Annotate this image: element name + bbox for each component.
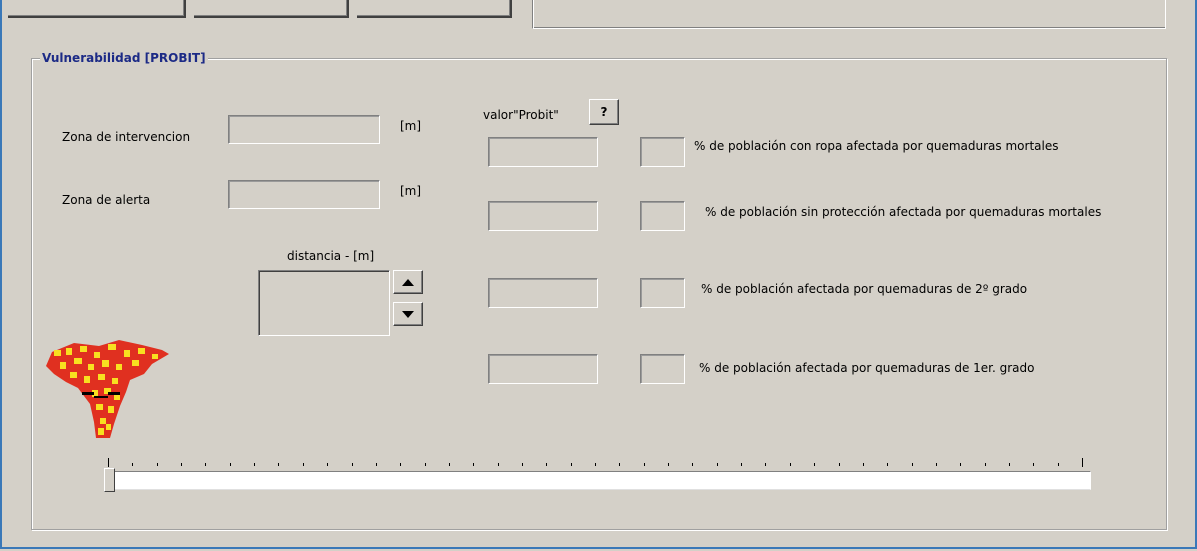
slider-tick: [156, 463, 158, 466]
probit-value-field-2[interactable]: [488, 201, 598, 231]
percent-label-2: % de población sin protección afectada p…: [705, 205, 1102, 219]
slider-tick: [960, 463, 962, 466]
slider-tick: [448, 463, 450, 466]
slider-tick: [595, 463, 596, 466]
slider-tick: [1033, 463, 1035, 466]
percent-field-2[interactable]: [640, 201, 685, 231]
probit-value-field-4[interactable]: [488, 354, 598, 384]
probit-label: valor"Probit": [483, 108, 559, 122]
slider-tick: [473, 463, 475, 466]
slider-tick: [619, 463, 621, 466]
scroll-down-button[interactable]: [393, 302, 423, 326]
slider-tick: [205, 463, 207, 466]
slider-tick: [765, 463, 767, 466]
zona-intervencion-label: Zona de intervencion: [62, 130, 191, 144]
slider-tick: [497, 463, 499, 466]
scroll-up-button[interactable]: [393, 270, 423, 294]
toolbar-button-3[interactable]: [357, 0, 512, 18]
toolbar-button-1[interactable]: [8, 0, 186, 18]
slider-tick: [278, 463, 280, 466]
help-button[interactable]: ?: [589, 99, 619, 125]
probit-value-field-3[interactable]: [488, 278, 598, 308]
slider-tick: [887, 463, 889, 466]
slider-tick: [741, 463, 743, 466]
slider-tick: [181, 463, 183, 466]
zona-alerta-field[interactable]: [228, 180, 380, 209]
slider-tick: [838, 463, 840, 466]
slider-tick: [400, 463, 402, 466]
slider-tick: [911, 463, 913, 466]
zona-alerta-unit: [m]: [400, 184, 422, 198]
slider-tick: [229, 463, 231, 466]
toolbar-button-2[interactable]: [194, 0, 349, 18]
slider-tick: [643, 463, 645, 466]
slider-tick: [1082, 458, 1083, 467]
zona-alerta-label: Zona de alerta: [62, 193, 151, 207]
slider-tick: [327, 463, 329, 466]
zona-intervencion-field[interactable]: [228, 115, 380, 144]
slider-tick: [302, 463, 304, 466]
slider-tick: [351, 463, 353, 466]
slider-tick: [254, 463, 256, 466]
percent-field-4[interactable]: [640, 354, 685, 384]
slider-tick: [1057, 463, 1059, 466]
slider-tick: [108, 458, 109, 467]
zona-intervencion-unit: [m]: [400, 119, 422, 133]
percent-label-4: % de población afectada por quemaduras d…: [699, 361, 1035, 375]
percent-field-3[interactable]: [640, 278, 685, 308]
slider-track[interactable]: [108, 471, 1091, 490]
slider-tick: [570, 463, 572, 466]
slider-tick: [424, 463, 426, 466]
percent-label-3: % de población afectada por quemaduras d…: [701, 282, 1028, 296]
top-panel: [532, 0, 1166, 29]
slider-ticks: [104, 458, 1094, 468]
group-title: Vulnerabilidad [PROBIT]: [40, 51, 208, 65]
slider-thumb[interactable]: [104, 468, 115, 492]
arrow-down-icon: [402, 310, 414, 318]
slider-tick: [521, 463, 523, 466]
slider-tick: [716, 463, 718, 466]
arrow-up-icon: [402, 278, 414, 286]
distancia-list[interactable]: [258, 270, 390, 336]
slider-tick: [984, 463, 986, 466]
slider-tick: [546, 463, 548, 466]
distancia-label: distancia - [m]: [287, 249, 375, 263]
slider-tick: [862, 463, 864, 466]
slider-tick: [375, 463, 377, 466]
slider-tick: [789, 463, 791, 466]
slider-tick: [814, 463, 816, 466]
fire-icon: [46, 340, 169, 438]
slider-tick: [935, 463, 937, 466]
slider-tick: [668, 463, 670, 466]
probit-value-field-1[interactable]: [488, 137, 598, 167]
percent-field-1[interactable]: [640, 137, 685, 167]
slider-tick: [132, 463, 134, 466]
slider-tick: [692, 463, 694, 466]
percent-label-1: % de población con ropa afectada por que…: [694, 139, 1059, 153]
slider-tick: [1008, 463, 1010, 466]
